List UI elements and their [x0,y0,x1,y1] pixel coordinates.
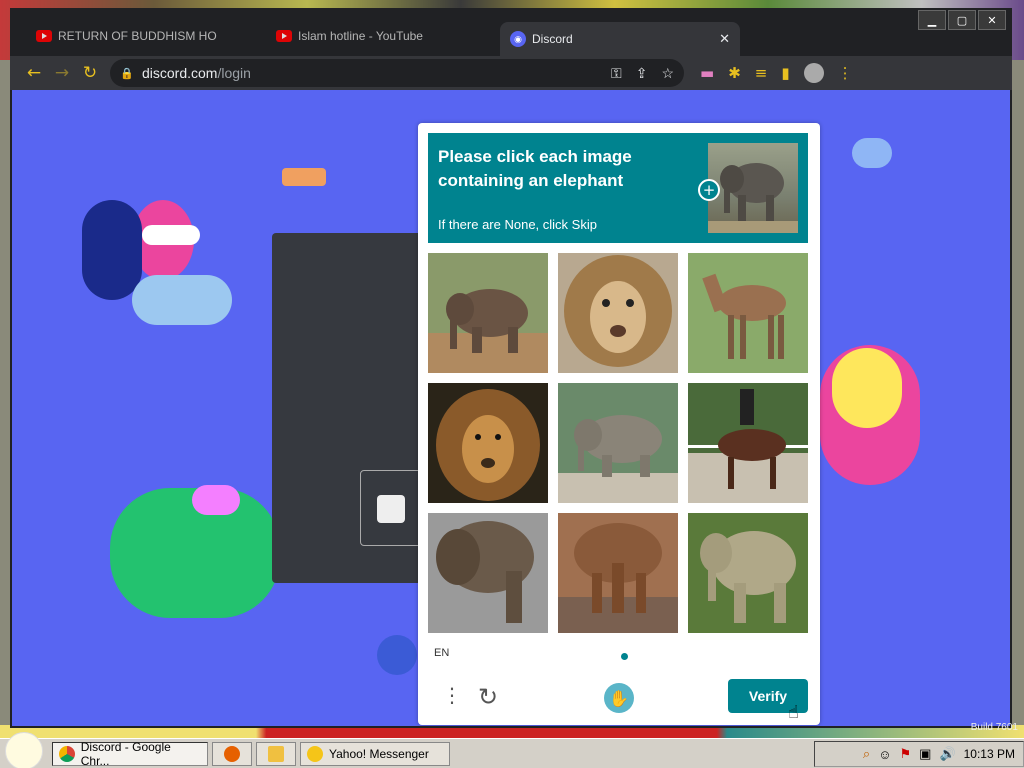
challenge-footer: ⋮ ↻ ✋ Verify [418,673,820,725]
clock[interactable]: 10:13 PM [964,747,1015,761]
grid-image-4[interactable] [428,383,548,503]
maximize-button[interactable]: ▢ [948,10,976,30]
hand-cursor-icon: ☝ [788,702,799,723]
start-smiley-icon [5,732,43,768]
challenge-prompt: Please click each image containing an el… [438,147,632,190]
lock-icon: 🔒 [120,68,134,80]
extensions-puzzle-icon[interactable]: ✱ [728,64,741,82]
refresh-icon[interactable]: ↻ [478,683,498,711]
key-icon[interactable]: ⚿ [611,65,622,82]
grid-image-3[interactable] [688,253,808,373]
illustration-book [282,168,326,186]
tab-label: Islam hotline - YouTube [298,29,423,43]
network-icon[interactable]: ▣ [919,746,931,762]
url-path: /login [217,65,251,81]
smiley-tray-icon[interactable]: ☺ [878,747,891,762]
browser-window: RETURN OF BUDDHISM HO Islam hotline - Yo… [10,8,1012,728]
profile-avatar[interactable] [803,63,824,83]
minimize-button[interactable]: ▁ [918,10,946,30]
tab-strip: RETURN OF BUDDHISM HO Islam hotline - Yo… [10,8,1012,56]
close-tab-icon[interactable]: ✕ [719,31,730,47]
share-icon[interactable]: ⇪ [636,65,648,82]
volume-icon[interactable]: 🔊 [939,746,955,762]
illustration-character-legs [132,275,232,325]
side-panel-icon[interactable]: ▮ [781,64,789,82]
tab-discord[interactable]: ◉ Discord ✕ [500,22,740,56]
page-indicator-dot [621,653,628,660]
flag-action-center-icon[interactable]: ⚑ [899,746,911,762]
tab-label: Discord [532,32,573,46]
add-sample-icon[interactable]: + [698,179,720,201]
taskbar-item-yahoo-messenger[interactable]: Yahoo! Messenger [300,742,450,766]
taskbar: Discord - Google Chr... Yahoo! Messenger… [0,732,1024,768]
yahoo-messenger-icon [307,746,323,762]
hcaptcha-logo-icon[interactable]: ✋ [604,683,634,713]
tab-youtube-islam-hotline[interactable]: Islam hotline - YouTube [266,22,496,50]
close-window-button[interactable]: ✕ [978,10,1006,30]
illustration-character-hooded [82,200,142,300]
tab-label: RETURN OF BUDDHISM HO [58,29,217,43]
media-queue-icon[interactable]: ≡ [755,64,768,82]
bookmark-star-icon[interactable]: ☆ [661,65,674,82]
challenge-skip-hint: If there are None, click Skip [438,217,597,232]
address-bar[interactable]: 🔒 discord.com/login ⚿ ⇪ ☆ [110,59,684,87]
chrome-menu-icon[interactable]: ⋮ [838,64,853,82]
chrome-icon [59,746,75,762]
flag-extension-icon[interactable]: ▬ [700,64,714,82]
menu-dots-icon[interactable]: ⋮ [442,685,462,705]
hcaptcha-challenge: Please click each image containing an el… [418,123,820,725]
discord-icon: ◉ [510,31,526,47]
illustration-yellow-character [832,348,902,428]
qr-code-placeholder [360,470,422,546]
back-button[interactable]: ← [20,59,48,87]
firefox-icon [224,746,240,762]
illustration-monster-hair [192,485,240,515]
folder-icon [268,746,284,762]
youtube-icon [36,30,52,42]
grid-image-9[interactable] [688,513,808,633]
image-grid [428,253,808,633]
reload-button[interactable]: ↻ [76,59,104,87]
challenge-header: Please click each image containing an el… [428,133,808,243]
taskbar-item-folder[interactable] [256,742,296,766]
system-tray: ⌕ ☺ ⚑ ▣ 🔊 10:13 PM [814,741,1024,767]
grid-image-5[interactable] [558,383,678,503]
sample-elephant-image [708,143,798,233]
windows-build-watermark: Build 7601 [970,722,1018,733]
discord-login-page: Please click each image containing an el… [12,90,1010,726]
speech-bubble-icon [142,225,200,245]
extension-icons: ▬ ✱ ≡ ▮ ⋮ [700,63,853,83]
grid-image-6[interactable] [688,383,808,503]
browser-toolbar: ← → ↻ 🔒 discord.com/login ⚿ ⇪ ☆ ▬ ✱ ≡ ▮ … [10,56,1012,90]
search-magnifier-icon[interactable]: ⌕ [863,746,870,762]
grid-image-8[interactable] [558,513,678,633]
tab-youtube-buddhism[interactable]: RETURN OF BUDDHISM HO [26,22,236,50]
forward-button[interactable]: → [48,59,76,87]
window-controls: ▁ ▢ ✕ [918,10,1006,30]
grid-image-1[interactable] [428,253,548,373]
illustration-flying-creature [852,138,892,168]
taskbar-item-firefox[interactable] [212,742,252,766]
grid-image-2[interactable] [558,253,678,373]
start-button[interactable] [0,732,48,768]
youtube-icon [276,30,292,42]
illustration-blue-pot [377,635,417,675]
language-selector[interactable]: EN [434,647,449,659]
taskbar-item-chrome[interactable]: Discord - Google Chr... [52,740,208,768]
url-host: discord.com [142,65,218,81]
taskbar-item-label: Yahoo! Messenger [329,747,429,761]
grid-image-7[interactable] [428,513,548,633]
taskbar-item-label: Discord - Google Chr... [80,740,171,768]
